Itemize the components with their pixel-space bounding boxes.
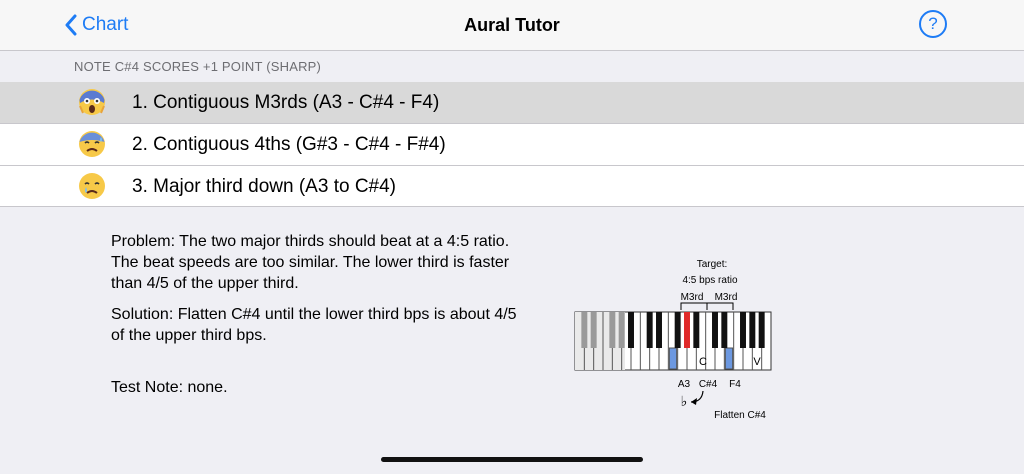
highlighted-white-key: [668, 347, 678, 370]
interval-label-upper: M3rd: [715, 292, 738, 303]
section-header: NOTE C#4 SCORES +1 POINT (SHARP): [74, 59, 322, 74]
crying-face-icon: [79, 173, 105, 199]
highlighted-white-key: [724, 347, 734, 370]
arrow-head: [691, 398, 697, 405]
black-key: [749, 312, 756, 348]
flat-symbol: ♭: [681, 394, 688, 410]
page-title: Aural Tutor: [464, 15, 560, 35]
black-key: [656, 312, 662, 348]
interval-list: 1. Contiguous M3rds (A3 - C#4 - F4) 2. C…: [0, 82, 1024, 208]
black-key: [674, 312, 681, 348]
black-key: [758, 312, 765, 348]
piano-diagram: Target: 4:5 bps ratio M3rd M3rd C V A3 C…: [574, 259, 772, 421]
flatten-label: Flatten C#4: [714, 410, 766, 421]
piano-keyboard: C V: [574, 311, 772, 371]
black-key: [581, 312, 588, 348]
list-item[interactable]: 3. Major third down (A3 to C#4): [0, 166, 1024, 208]
anxious-sweat-face-icon: [79, 131, 105, 157]
list-item[interactable]: 2. Contiguous 4ths (G#3 - C#4 - F#4): [0, 124, 1024, 166]
black-key: [693, 312, 700, 348]
black-key: [628, 312, 634, 348]
target-label: Target:: [697, 259, 728, 270]
help-button[interactable]: ?: [919, 10, 947, 38]
black-key: [721, 312, 728, 348]
interval-label-lower: M3rd: [681, 292, 704, 303]
list-item-label: 1. Contiguous M3rds (A3 - C#4 - F4): [132, 92, 440, 113]
black-key: [618, 312, 625, 348]
list-item[interactable]: 1. Contiguous M3rds (A3 - C#4 - F4): [0, 82, 1024, 124]
key-mark-c: C: [699, 356, 707, 368]
c-sharp4-key: [684, 312, 690, 348]
flatten-arrow: [690, 390, 704, 403]
note-label-f4: F4: [729, 379, 741, 390]
note-label-a3: A3: [678, 379, 691, 390]
ratio-label: 4:5 bps ratio: [682, 275, 737, 286]
note-label-c-sharp4: C#4: [699, 379, 718, 390]
list-item-label: 3. Major third down (A3 to C#4): [132, 176, 397, 197]
navigation-bar: Chart Aural Tutor ?: [0, 0, 1024, 51]
test-note-text: Test Note: none.: [111, 379, 228, 396]
black-key: [740, 312, 746, 348]
screaming-face-icon: [79, 89, 105, 115]
black-key: [646, 312, 653, 348]
home-indicator: [381, 457, 643, 462]
list-item-label: 2. Contiguous 4ths (G#3 - C#4 - F#4): [132, 134, 446, 155]
problem-text: Problem: The two major thirds should bea…: [111, 233, 510, 292]
black-key: [609, 312, 616, 348]
interval-bracket: [680, 302, 734, 310]
key-mark-v: V: [753, 356, 761, 368]
solution-text: Solution: Flatten C#4 until the lower th…: [111, 306, 517, 344]
black-key: [590, 312, 597, 348]
black-key: [712, 312, 718, 348]
